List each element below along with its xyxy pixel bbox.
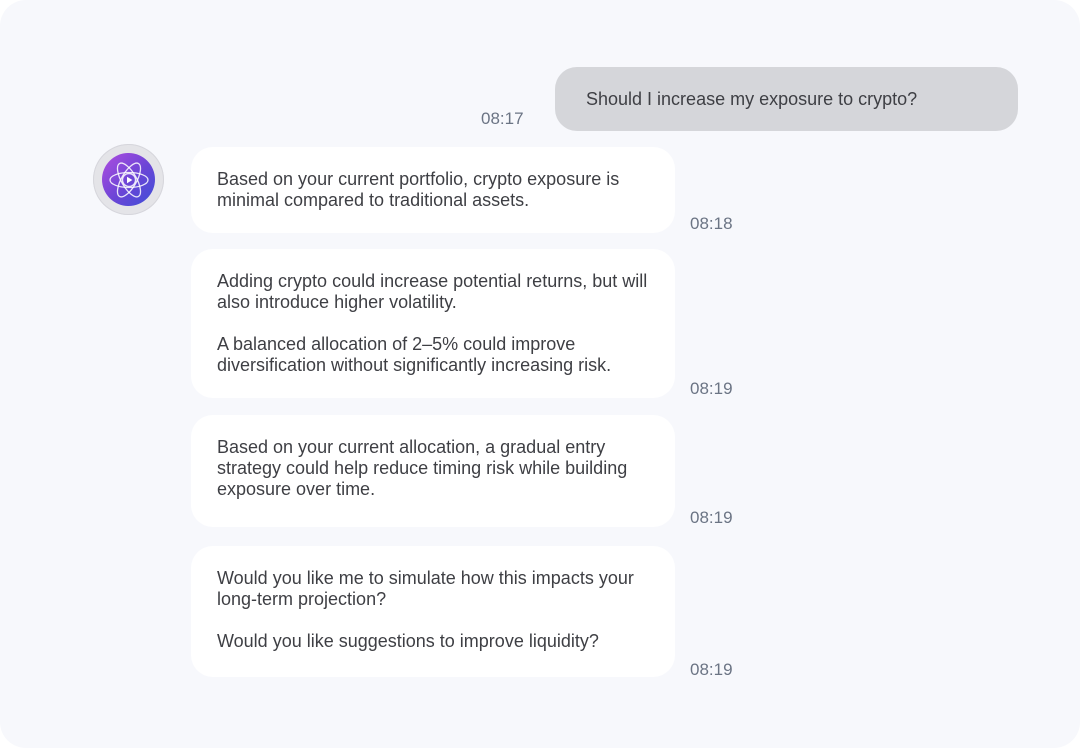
user-message-text: Should I increase my exposure to crypto? <box>586 88 918 109</box>
message-text: Would you like suggestions to improve li… <box>217 631 599 651</box>
message-text: Based on your current portfolio, crypto … <box>217 169 620 210</box>
message-text: Based on your current allocation, a grad… <box>217 437 628 499</box>
atom-play-icon <box>102 153 155 206</box>
assistant-message-timestamp: 08:19 <box>690 508 733 527</box>
message-text: Adding crypto could increase potential r… <box>217 271 648 312</box>
assistant-avatar <box>93 144 164 215</box>
assistant-message-bubble: Adding crypto could increase potential r… <box>191 249 675 398</box>
assistant-message-timestamp: 08:19 <box>690 379 733 398</box>
assistant-message-timestamp: 08:19 <box>690 660 733 679</box>
user-message-timestamp: 08:17 <box>481 109 524 128</box>
user-message-bubble: Should I increase my exposure to crypto? <box>555 67 1018 131</box>
assistant-message-bubble: Based on your current allocation, a grad… <box>191 415 675 527</box>
message-text: A balanced allocation of 2–5% could impr… <box>217 334 612 375</box>
assistant-message-bubble: Would you like me to simulate how this i… <box>191 546 675 677</box>
assistant-message-bubble: Based on your current portfolio, crypto … <box>191 147 675 233</box>
assistant-message-timestamp: 08:18 <box>690 214 733 233</box>
message-text: Would you like me to simulate how this i… <box>217 568 634 609</box>
chat-panel: Should I increase my exposure to crypto?… <box>0 0 1080 748</box>
